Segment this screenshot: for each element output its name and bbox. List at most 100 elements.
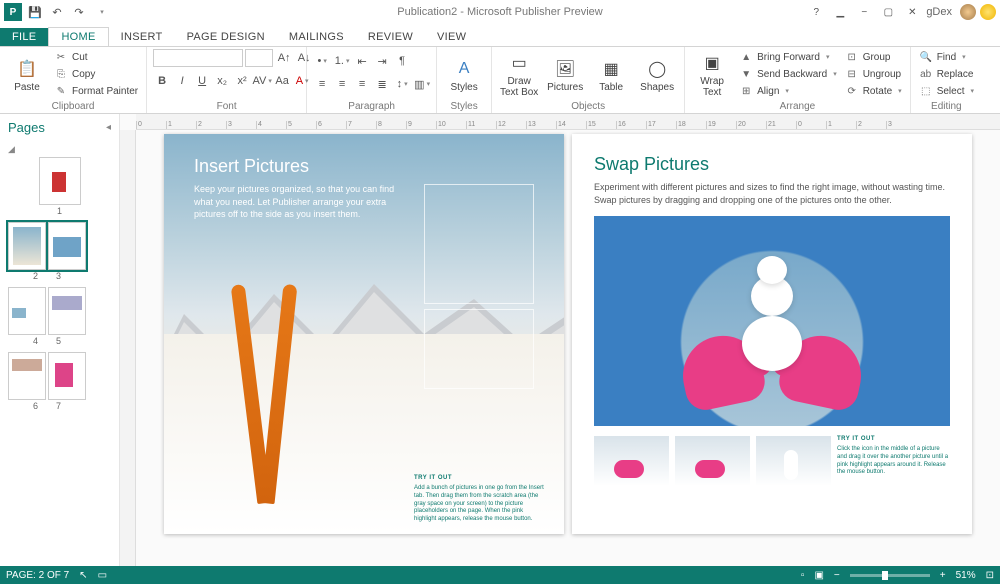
save-button[interactable]: 💾: [26, 3, 44, 21]
pointer-mode-icon[interactable]: ↖: [79, 570, 87, 581]
left-text-block: Insert Pictures Keep your pictures organ…: [194, 156, 414, 221]
bring-forward-button[interactable]: ▲Bring Forward: [737, 49, 839, 65]
placeholder-box-2[interactable]: [424, 309, 534, 389]
underline-button[interactable]: U: [193, 72, 211, 90]
find-button[interactable]: 🔍Find: [917, 49, 976, 65]
select-button[interactable]: ⬚Select: [917, 83, 976, 99]
group-font: A↑ A↓ B I U x₂ x² AV Aa A Font: [147, 47, 307, 113]
replace-button[interactable]: abReplace: [917, 66, 976, 82]
forward-label: Bring Forward: [757, 52, 820, 63]
right-heading: Swap Pictures: [594, 154, 950, 175]
numbering-button[interactable]: 1.: [333, 52, 351, 70]
decrease-indent-button[interactable]: ⇤: [353, 52, 371, 70]
align-button[interactable]: ⊞Align: [737, 83, 839, 99]
thumb-2[interactable]: [675, 436, 750, 486]
tab-insert[interactable]: INSERT: [109, 28, 175, 46]
rotate-button[interactable]: ⟳Rotate: [843, 83, 904, 99]
align-center-button[interactable]: ≡: [333, 75, 351, 93]
bold-button[interactable]: B: [153, 72, 171, 90]
help-button[interactable]: ?: [806, 4, 826, 20]
grow-font-button[interactable]: A↑: [275, 49, 293, 67]
align-left-button[interactable]: ≡: [313, 75, 331, 93]
thumb-1[interactable]: [594, 436, 669, 486]
group-arrange: ▣Wrap Text ▲Bring Forward ▼Send Backward…: [685, 47, 911, 113]
page-right[interactable]: Swap Pictures Experiment with different …: [572, 134, 972, 534]
zoom-slider[interactable]: [850, 574, 930, 577]
view-spread-icon[interactable]: ▣: [814, 570, 823, 581]
group-paragraph: • 1. ⇤ ⇥ ¶ ≡ ≡ ≡ ≣ ↕ ▥ Paragraph: [307, 47, 437, 113]
line-spacing-button[interactable]: ↕: [393, 75, 411, 93]
tab-view[interactable]: VIEW: [425, 28, 478, 46]
font-name-input[interactable]: [153, 49, 243, 67]
send-backward-button[interactable]: ▼Send Backward: [737, 66, 839, 82]
page-thumb-4-5[interactable]: 45: [8, 287, 86, 346]
fit-page-button[interactable]: ⊡: [986, 570, 994, 581]
tab-home[interactable]: HOME: [48, 27, 108, 46]
shapes-button[interactable]: ◯Shapes: [636, 49, 678, 101]
wrap-text-button[interactable]: ▣Wrap Text: [691, 49, 733, 101]
pictures-button[interactable]: 🖼Pictures: [544, 49, 586, 101]
undo-button[interactable]: ↶: [48, 3, 66, 21]
paste-button[interactable]: 📋Paste: [6, 49, 48, 101]
superscript-button[interactable]: x²: [233, 72, 251, 90]
ungroup-button[interactable]: ⊟Ungroup: [843, 66, 904, 82]
mini-snowman: [742, 262, 802, 371]
pages-expand-toggle[interactable]: ◢: [8, 144, 15, 154]
page-left[interactable]: Insert Pictures Keep your pictures organ…: [164, 134, 564, 534]
user-avatar-1[interactable]: [960, 4, 976, 20]
object-position-icon[interactable]: ▭: [98, 570, 107, 581]
char-spacing-button[interactable]: AV: [253, 72, 271, 90]
align-right-button[interactable]: ≡: [353, 75, 371, 93]
cut-button[interactable]: ✂Cut: [52, 49, 140, 65]
user-avatar-2[interactable]: [980, 4, 996, 20]
maximize-button[interactable]: ▢: [878, 4, 898, 20]
page-thumb-1[interactable]: 1: [8, 157, 111, 216]
left-body: Keep your pictures organized, so that yo…: [194, 183, 414, 221]
left-heading: Insert Pictures: [194, 156, 414, 177]
zoom-level[interactable]: 51%: [956, 570, 976, 581]
page-thumb-2-3[interactable]: 23: [8, 222, 86, 281]
zoom-in-button[interactable]: +: [940, 570, 946, 581]
copy-button[interactable]: ⎘Copy: [52, 66, 140, 82]
page-indicator[interactable]: PAGE: 2 OF 7: [6, 570, 69, 581]
font-size-input[interactable]: [245, 49, 273, 67]
increase-indent-button[interactable]: ⇥: [373, 52, 391, 70]
app-icon[interactable]: P: [4, 3, 22, 21]
table-button[interactable]: ▦Table: [590, 49, 632, 101]
draw-textbox-button[interactable]: ▭Draw Text Box: [498, 49, 540, 101]
tab-file[interactable]: FILE: [0, 28, 48, 46]
close-button[interactable]: ✕: [902, 4, 922, 20]
bullets-button[interactable]: •: [313, 52, 331, 70]
align-label: Align: [757, 86, 779, 97]
thumb-3[interactable]: [756, 436, 831, 486]
page-num-7: 7: [56, 401, 61, 411]
view-single-icon[interactable]: ▫: [801, 570, 805, 581]
group-editing: 🔍Find abReplace ⬚Select Editing: [911, 47, 982, 113]
redo-button[interactable]: ↷: [70, 3, 88, 21]
tab-page-design[interactable]: PAGE DESIGN: [175, 28, 277, 46]
qat-customize[interactable]: [92, 3, 110, 21]
pictures-label: Pictures: [547, 82, 583, 93]
cut-icon: ✂: [54, 52, 68, 63]
user-name[interactable]: gDex: [926, 6, 952, 18]
zoom-out-button[interactable]: −: [834, 570, 840, 581]
page-thumb-6-7[interactable]: 67: [8, 352, 86, 411]
tab-mailings[interactable]: MAILINGS: [277, 28, 356, 46]
subscript-button[interactable]: x₂: [213, 72, 231, 90]
minimize-button[interactable]: −: [854, 4, 874, 20]
snowman-photo[interactable]: [594, 216, 950, 426]
justify-button[interactable]: ≣: [373, 75, 391, 93]
group-button[interactable]: ⊡Group: [843, 49, 904, 65]
ribbon-collapse-button[interactable]: ▁: [830, 4, 850, 20]
clear-format-button[interactable]: Aa: [273, 72, 291, 90]
placeholder-box-1[interactable]: [424, 184, 534, 304]
canvas-area[interactable]: 01234567891011121314151617181920210123 I…: [120, 114, 1000, 566]
pages-panel-collapse[interactable]: ◂: [106, 122, 111, 133]
styles-button[interactable]: AStyles: [443, 49, 485, 101]
paste-icon: 📋: [16, 58, 38, 80]
italic-button[interactable]: I: [173, 72, 191, 90]
columns-button[interactable]: ▥: [413, 75, 431, 93]
format-painter-button[interactable]: ✎Format Painter: [52, 83, 140, 99]
pilcrow-button[interactable]: ¶: [393, 52, 411, 70]
tab-review[interactable]: REVIEW: [356, 28, 425, 46]
